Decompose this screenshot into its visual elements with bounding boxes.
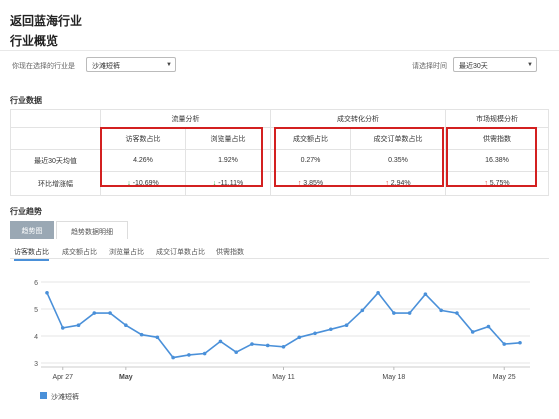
data-point xyxy=(297,335,302,340)
data-point xyxy=(187,353,191,357)
y-tick-label: 6 xyxy=(34,280,38,287)
data-point xyxy=(218,339,223,344)
group-header: 成交转化分析 xyxy=(270,109,446,128)
data-point xyxy=(108,311,112,315)
data-point xyxy=(76,323,81,327)
divider xyxy=(0,50,559,51)
x-tick-label: May 18 xyxy=(382,374,405,381)
group-header: 流量分析 xyxy=(100,109,271,128)
highlight-box-market xyxy=(446,127,537,187)
tab-trend-data-detail[interactable]: 趋势数据明细 xyxy=(56,221,128,239)
data-point xyxy=(265,343,270,348)
highlight-box-conversion xyxy=(274,127,444,187)
metric-subtabs: 访客数占比 成交额占比 浏览量占比 成交订单数占比 供需指数 xyxy=(10,245,549,261)
legend-swatch xyxy=(40,392,47,399)
data-point xyxy=(392,311,396,315)
x-tick-label: Apr 27 xyxy=(52,374,73,381)
subtab-order-share[interactable]: 成交订单数占比 xyxy=(156,247,205,257)
chevron-down-icon: ▼ xyxy=(527,62,533,68)
data-point xyxy=(313,331,317,336)
data-point xyxy=(439,308,443,313)
time-filter-label: 请选择时间 xyxy=(412,63,447,70)
data-point xyxy=(60,326,65,330)
data-point xyxy=(407,311,412,315)
x-tick-label: May 11 xyxy=(272,374,295,381)
y-tick-label: 4 xyxy=(34,334,38,341)
data-point xyxy=(171,355,175,360)
row-label: 环比增涨幅 xyxy=(10,171,101,196)
industry-select-value: 沙滩短裤 xyxy=(92,63,120,70)
group-header: 市场规模分析 xyxy=(445,109,549,128)
data-point xyxy=(202,351,207,356)
tab-trend-chart[interactable]: 趋势图 xyxy=(10,221,54,239)
time-select-value: 最近30天 xyxy=(459,63,488,70)
page-title: 行业概览 xyxy=(10,34,59,48)
trend-line-chart: 3 4 5 6 Apr 27 May May 11 May 18 May 25 沙滩短裤 xyxy=(34,280,530,401)
subtab-visitor-share[interactable]: 访客数占比 xyxy=(14,247,49,261)
subtab-pageview-share[interactable]: 浏览量占比 xyxy=(109,247,144,257)
row-label: 最近30天均值 xyxy=(10,149,101,172)
industry-trend-title: 行业趋势 xyxy=(10,207,42,216)
time-range-select[interactable]: 最近30天 ▼ xyxy=(453,57,537,72)
x-tick-label: May xyxy=(119,374,133,381)
data-point xyxy=(281,345,286,349)
data-point xyxy=(92,311,97,315)
group-header-row: 流量分析 成交转化分析 市场规模分析 xyxy=(10,109,549,128)
data-point xyxy=(329,327,333,332)
data-point xyxy=(155,335,160,340)
chevron-down-icon: ▼ xyxy=(166,62,172,68)
data-point xyxy=(45,291,49,295)
data-point xyxy=(344,323,349,327)
y-tick-label: 3 xyxy=(34,361,38,368)
data-point xyxy=(139,332,144,337)
filter-bar: 你现在选择的行业是 沙滩短裤 ▼ 请选择时间 最近30天 ▼ xyxy=(10,57,549,72)
industry-select[interactable]: 沙滩短裤 ▼ xyxy=(86,57,176,72)
data-point xyxy=(376,291,380,295)
subtab-transaction-share[interactable]: 成交额占比 xyxy=(62,247,97,257)
data-point xyxy=(250,342,254,346)
subtab-supply-demand-index[interactable]: 供需指数 xyxy=(216,247,244,257)
data-point xyxy=(518,340,522,345)
data-point xyxy=(486,324,491,329)
data-point xyxy=(234,350,238,354)
x-tick-label: May 25 xyxy=(493,374,516,381)
data-point xyxy=(502,342,507,346)
data-point xyxy=(423,292,428,296)
industry-filter-label: 你现在选择的行业是 xyxy=(12,63,75,70)
data-point xyxy=(455,311,459,315)
data-point xyxy=(360,308,365,313)
data-point xyxy=(470,330,475,334)
legend-label: 沙滩短裤 xyxy=(51,392,79,401)
highlight-box-traffic xyxy=(100,127,263,187)
industry-data-title: 行业数据 xyxy=(10,96,42,105)
back-to-blue-ocean-link[interactable]: 返回蓝海行业 xyxy=(10,12,82,29)
y-tick-label: 5 xyxy=(34,307,38,314)
empty-header-cell xyxy=(10,127,101,150)
empty-header-cell xyxy=(10,109,101,128)
data-point xyxy=(124,323,128,327)
